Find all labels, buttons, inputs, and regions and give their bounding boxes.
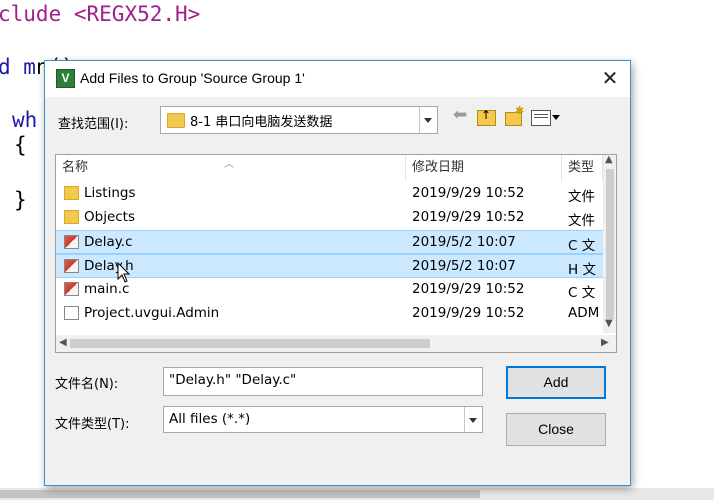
close-icon[interactable]: ✕ [597,65,623,91]
horizontal-scroll-thumb[interactable] [70,339,430,348]
file-date: 2019/9/29 10:52 [412,209,525,225]
scroll-right-icon[interactable]: ▶ [601,337,609,348]
filename-label: 文件名(N): [55,377,119,392]
file-list-horizontal-scrollbar[interactable]: ◀ ▶ [56,335,616,352]
file-row-selected[interactable]: Delay.h 2019/5/2 10:07 H 文 [56,254,611,278]
code-line-open-brace: { [14,133,27,157]
file-name: Project.uvgui.Admin [84,305,220,321]
file-date: 2019/9/29 10:52 [412,305,525,321]
mouse-cursor-icon [117,262,131,283]
filetype-select[interactable]: All files (*.*) [163,406,483,433]
close-button[interactable]: Close [506,413,606,446]
look-in-label: 查找范围(I): [58,117,129,132]
code-line-close-brace: } [14,188,27,212]
vertical-scroll-thumb[interactable] [606,169,614,319]
add-button[interactable]: Add [506,366,606,399]
file-name: Listings [84,185,136,201]
file-row[interactable]: main.c 2019/9/29 10:52 C 文 [56,278,611,302]
sort-up-icon: ︿ [224,159,234,170]
add-files-dialog: V Add Files to Group 'Source Group 1' ✕ … [44,60,631,486]
folder-icon [167,113,185,128]
include-keyword: clude [0,2,62,26]
keil-app-icon: V [56,69,75,88]
c-file-icon [64,259,79,273]
file-type: C 文 [568,238,596,254]
filetype-value: All files (*.*) [169,411,251,427]
file-row-selected[interactable]: Delay.c 2019/5/2 10:07 C 文 [56,230,611,254]
column-type-label: 类型 [568,160,595,175]
view-menu-icon[interactable] [531,110,551,126]
editor-horizontal-scrollbar[interactable] [0,488,714,500]
chevron-down-icon[interactable] [419,107,437,133]
file-type: C 文 [568,285,596,301]
column-header-name[interactable]: 名称 ︿ [56,155,406,181]
folder-icon [64,210,79,224]
main-decl: d m [0,55,36,79]
view-menu-chevron-icon[interactable] [552,115,560,120]
c-file-icon [64,282,79,296]
file-date: 2019/5/2 10:07 [412,234,516,250]
scroll-up-icon[interactable]: ▲ [605,155,613,165]
file-row[interactable]: Listings 2019/9/29 10:52 文件 [56,182,611,206]
scroll-down-icon[interactable]: ▼ [605,318,613,329]
column-name-label: 名称 [62,160,89,175]
filetype-label: 文件类型(T): [55,417,130,432]
code-line-include: clude <REGX52.H> [0,2,200,26]
look-in-value: 8-1 串口向电脑发送数据 [190,115,333,130]
folder-icon [64,186,79,200]
file-type: 文件 [568,189,595,205]
file-date: 2019/9/29 10:52 [412,185,525,201]
code-line-while: wh [12,108,37,132]
file-type: H 文 [568,262,596,278]
column-header-type[interactable]: 类型 [562,155,603,181]
file-list-vertical-scrollbar[interactable]: ▲ ▼ [603,155,616,333]
document-icon [64,306,79,320]
filename-input[interactable]: "Delay.h" "Delay.c" [163,367,483,396]
editor-scroll-thumb[interactable] [0,490,480,498]
filename-value: "Delay.h" "Delay.c" [169,372,297,388]
new-folder-icon[interactable] [505,104,524,126]
look-in-dropdown[interactable]: 8-1 串口向电脑发送数据 [160,106,438,134]
dialog-titlebar[interactable]: V Add Files to Group 'Source Group 1' ✕ [45,61,630,97]
file-name: Objects [84,209,136,225]
close-brace: } [14,188,27,212]
column-header-date[interactable]: 修改日期 [406,155,562,181]
c-file-icon [64,235,79,249]
file-date: 2019/5/2 10:07 [412,258,516,274]
file-row[interactable]: Objects 2019/9/29 10:52 文件 [56,206,611,230]
file-name: Delay.c [84,234,133,250]
back-arrow-icon[interactable]: ⬅ [453,105,467,125]
column-date-label: 修改日期 [412,160,465,175]
include-header: <REGX52.H> [73,2,201,26]
file-type: ADM [568,305,600,321]
scroll-left-icon[interactable]: ◀ [59,337,67,348]
up-folder-icon[interactable] [477,108,496,126]
file-list[interactable]: 名称 ︿ 修改日期 类型 Listings 2019/9/29 10:52 文件… [55,154,617,353]
file-row[interactable]: Project.uvgui.Admin 2019/9/29 10:52 ADM [56,302,611,326]
dialog-title: Add Files to Group 'Source Group 1' [80,70,305,86]
while-keyword: wh [12,108,38,132]
file-date: 2019/9/29 10:52 [412,281,525,297]
open-brace: { [14,133,27,157]
file-type: 文件 [568,213,595,229]
chevron-down-icon[interactable] [464,407,482,432]
